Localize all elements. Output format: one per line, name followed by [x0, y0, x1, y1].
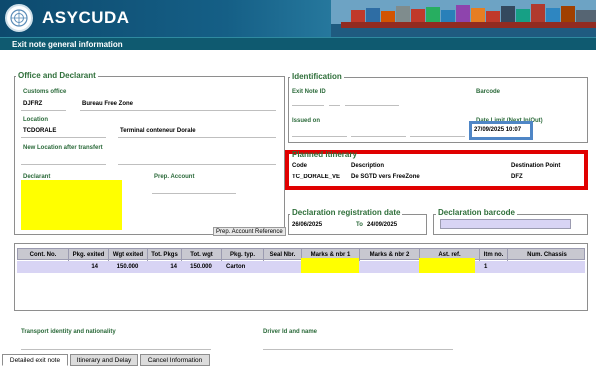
itinerary-description-label: Description [351, 163, 385, 169]
prep-account-tooltip: Prep. Account Reference [213, 227, 286, 236]
itinerary-description-value: De SGTD vers FreeZone [351, 174, 420, 180]
identification-legend: Identification [290, 72, 344, 81]
itinerary-code-value[interactable]: TC_DORALE_VE [292, 174, 348, 180]
page-title: Exit note general information [12, 40, 123, 49]
itinerary-destination-value: DFZ [511, 174, 523, 180]
identification-group [288, 77, 588, 143]
exit-note-id-line-3 [345, 105, 399, 106]
customs-office-code-line [21, 110, 66, 111]
issued-on-line-1 [292, 136, 347, 137]
items-table: Cont. No. Pkg. exited Wgt exited Tot. Pk… [14, 243, 588, 311]
exit-note-id-line-1 [292, 105, 324, 106]
app-title: ASYCUDA [42, 8, 130, 27]
cell-marks-2 [359, 261, 419, 273]
declaration-barcode-legend: Declaration barcode [436, 208, 517, 217]
app-header: ASYCUDA [0, 0, 596, 37]
itinerary-legend: Planned itinerary [292, 150, 357, 159]
page-title-bar: Exit note general information [0, 37, 596, 50]
office-declarant-legend: Office and Declarant [16, 71, 98, 80]
col-num-chassis[interactable]: Num. Chassis [508, 249, 586, 261]
cell-tot-wgt: 150.000 [190, 264, 212, 270]
location-code-line [21, 137, 106, 138]
transport-line[interactable] [21, 349, 211, 350]
cell-pkg-typ: Carton [226, 264, 246, 270]
new-location-label: New Location after transfert [23, 145, 103, 151]
declaration-date-legend: Declaration registration date [290, 208, 403, 217]
cell-itm-no: 1 [484, 264, 488, 270]
issued-on-line-2 [351, 136, 406, 137]
col-tot-wgt[interactable]: Tot. wgt [182, 249, 222, 261]
declaration-barcode-input[interactable] [440, 219, 571, 229]
barcode-label: Barcode [476, 89, 501, 95]
cell-cont-no [17, 261, 68, 273]
new-location-name-line[interactable] [118, 164, 276, 165]
tab-detailed-exit-note[interactable]: Detailed exit note [2, 354, 68, 366]
issued-on-line-3 [410, 136, 465, 137]
col-tot-pkgs[interactable]: Tot. Pkgs [148, 249, 182, 261]
un-emblem-logo [5, 4, 33, 32]
cell-pkg-exited: 14 [91, 264, 98, 270]
customs-office-name-line [80, 110, 276, 111]
issued-on-label: Issued on [292, 118, 321, 124]
exit-note-id-label: Exit Note ID [292, 89, 326, 95]
driver-label: Driver Id and name [263, 329, 318, 335]
col-pkg-typ[interactable]: Pkg. typ. [222, 249, 264, 261]
customs-office-name: Bureau Free Zone [82, 101, 134, 107]
driver-line[interactable] [263, 349, 453, 350]
col-seal-nbr[interactable]: Seal Nbr. [264, 249, 302, 261]
cell-wgt-exited: 150.000 [116, 264, 139, 270]
col-marks-2[interactable]: Marks & nbr 2 [360, 249, 420, 261]
cell-num-chassis [507, 261, 585, 273]
transport-label: Transport identity and nationality [21, 329, 116, 335]
location-code[interactable]: TCDORALE [23, 128, 56, 134]
container-ship-banner [331, 0, 596, 37]
itinerary-code-label: Code [292, 163, 307, 169]
col-wgt-exited[interactable]: Wgt exited [109, 249, 148, 261]
col-itm-no[interactable]: Itm no. [480, 249, 508, 261]
location-label: Location [23, 117, 48, 123]
prep-account-label: Prep. Account [154, 174, 195, 180]
customs-office-label: Customs office [23, 89, 67, 95]
declaration-date-to[interactable]: 24/09/2025 [367, 222, 397, 228]
declaration-date-from[interactable]: 26/06/2025 [292, 222, 322, 228]
customs-office-code[interactable]: DJFRZ [23, 101, 42, 107]
col-cont-no[interactable]: Cont. No. [18, 249, 69, 261]
cell-tot-pkgs: 14 [170, 264, 177, 270]
declaration-date-to-label: To [356, 222, 363, 228]
prep-account-line[interactable] [152, 193, 236, 194]
ast-ref-redacted [419, 258, 475, 273]
new-location-code-line[interactable] [21, 164, 106, 165]
bottom-tabs: Detailed exit note Itinerary and Delay C… [0, 354, 596, 366]
marks-1-redacted [301, 258, 359, 273]
table-row[interactable]: 14 150.000 14 150.000 Carton 1 [17, 258, 585, 273]
declarant-redacted [21, 180, 122, 230]
exit-note-id-line-2 [329, 105, 340, 106]
tab-cancel-information[interactable]: Cancel Information [140, 354, 210, 366]
date-limit-value: 27/09/2025 10:07 [474, 127, 522, 133]
col-pkg-exited[interactable]: Pkg. exited [69, 249, 109, 261]
cell-seal-nbr [263, 261, 301, 273]
location-name-line [118, 137, 276, 138]
tab-itinerary-and-delay[interactable]: Itinerary and Delay [70, 354, 138, 366]
itinerary-destination-label: Destination Point [511, 163, 561, 169]
location-name: Terminal conteneur Dorale [120, 128, 196, 134]
